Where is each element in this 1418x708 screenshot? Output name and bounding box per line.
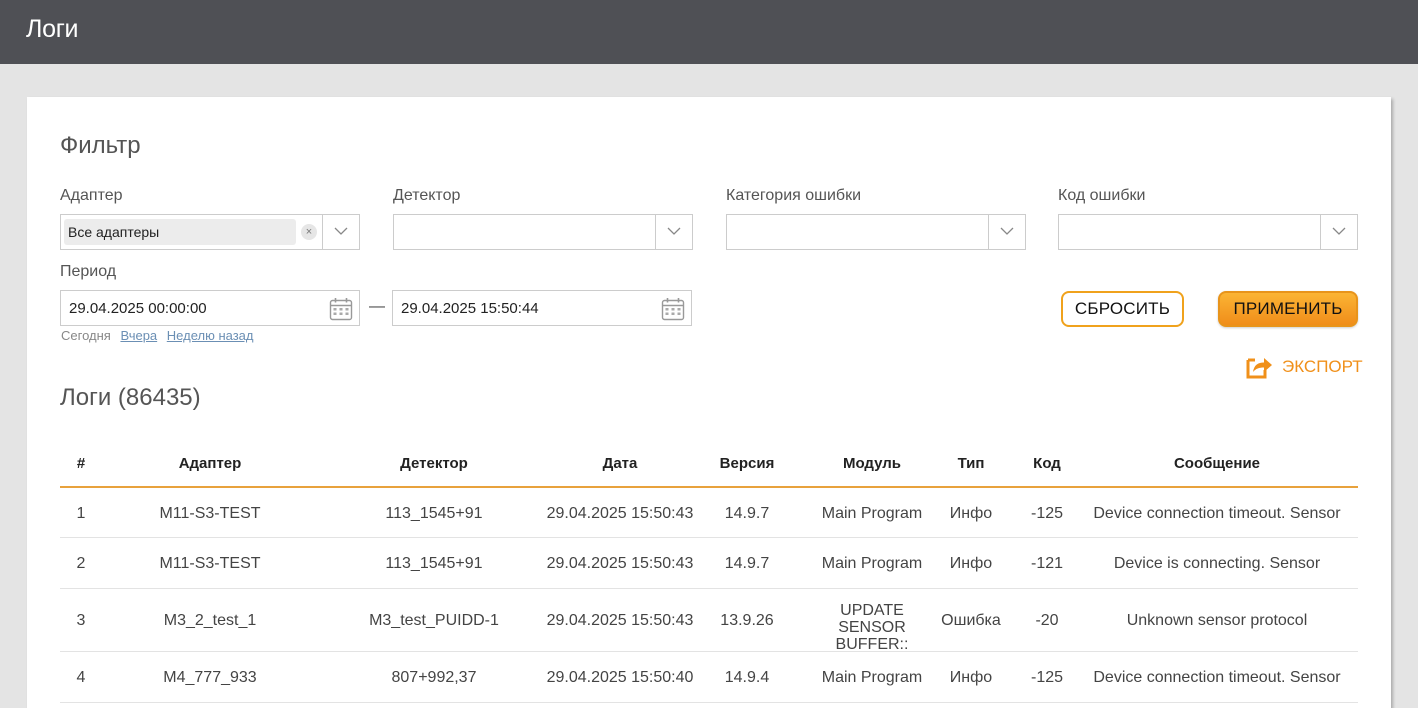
- col-header-date[interactable]: Дата: [540, 455, 700, 472]
- cell-message: Device is connecting. Sensor: [1113, 555, 1321, 572]
- detector-label: Детектор: [393, 187, 461, 204]
- cell-module: Main Program: [821, 555, 923, 572]
- page-title: Логи: [26, 15, 79, 43]
- col-header-detector[interactable]: Детектор: [364, 455, 504, 472]
- cell-code: -125: [1030, 505, 1064, 522]
- cell-type: Инфо: [949, 505, 993, 522]
- chevron-down-icon: [667, 227, 681, 235]
- main-card: Фильтр Адаптер Все адаптеры × Детектор К…: [27, 97, 1391, 708]
- error-code-dropdown-toggle[interactable]: [1320, 215, 1357, 249]
- cell-module: UPDATE SENSOR BUFFER::: [835, 602, 909, 653]
- col-header-number[interactable]: #: [60, 455, 102, 472]
- col-header-type[interactable]: Тип: [946, 455, 996, 472]
- period-label: Период: [60, 263, 117, 280]
- error-category-select[interactable]: [726, 214, 1026, 250]
- cell-version: 14.9.4: [724, 669, 770, 686]
- error-code-label: Код ошибки: [1058, 187, 1146, 204]
- adapter-label: Адаптер: [60, 187, 123, 204]
- calendar-icon[interactable]: [329, 297, 353, 321]
- error-category-dropdown-toggle[interactable]: [988, 215, 1025, 249]
- table-row[interactable]: 1 M11-S3-TEST 113_1545+91 29.04.2025 15:…: [60, 488, 1358, 538]
- error-code-select[interactable]: [1058, 214, 1358, 250]
- cell-code: -125: [1030, 669, 1064, 686]
- cell-date: 29.04.2025 15:50:43: [546, 612, 694, 629]
- cell-detector: 807+992,37: [391, 669, 477, 686]
- adapter-chip: Все адаптеры: [64, 219, 296, 245]
- col-header-code[interactable]: Код: [1022, 455, 1072, 472]
- quick-date-links: Сегодня Вчера Неделю назад: [61, 328, 253, 343]
- cell-date: 29.04.2025 15:50:40: [546, 669, 694, 686]
- cell-message: Unknown sensor protocol: [1126, 612, 1308, 629]
- cell-number: 2: [76, 555, 86, 572]
- date-to-value: 29.04.2025 15:50:44: [401, 300, 539, 317]
- chevron-down-icon: [334, 227, 348, 235]
- logs-heading: Логи (86435): [60, 384, 201, 411]
- quick-today: Сегодня: [61, 328, 111, 343]
- cell-detector: M3_test_PUIDD-1: [369, 612, 499, 629]
- cell-message: Device connection timeout. Sensor: [1093, 669, 1341, 686]
- cell-module: Main Program: [821, 669, 923, 686]
- adapter-select[interactable]: Все адаптеры ×: [60, 214, 360, 250]
- adapter-dropdown-toggle[interactable]: [322, 215, 359, 249]
- quick-yesterday-link[interactable]: Вчера: [120, 328, 157, 343]
- cell-module: Main Program: [821, 505, 923, 522]
- export-label: ЭКСПОРТ: [1282, 357, 1363, 376]
- period-separator: —: [369, 298, 385, 315]
- error-category-label: Категория ошибки: [726, 187, 862, 204]
- cell-version: 14.9.7: [724, 555, 770, 572]
- table-row[interactable]: 3 M3_2_test_1 M3_test_PUIDD-1 29.04.2025…: [60, 589, 1358, 653]
- chevron-down-icon: [1332, 227, 1346, 235]
- cell-adapter: M11-S3-TEST: [159, 505, 261, 522]
- date-to-input[interactable]: 29.04.2025 15:50:44: [392, 290, 692, 326]
- calendar-icon[interactable]: [661, 297, 685, 321]
- quick-week-link[interactable]: Неделю назад: [167, 328, 254, 343]
- cell-number: 3: [76, 612, 86, 629]
- top-bar: Логи: [0, 0, 1418, 64]
- detector-dropdown-toggle[interactable]: [655, 215, 692, 249]
- cell-number: 4: [76, 669, 86, 686]
- cell-detector: 113_1545+91: [385, 505, 483, 522]
- cell-type: Инфо: [949, 555, 993, 572]
- cell-adapter: M3_2_test_1: [163, 612, 257, 629]
- cell-date: 29.04.2025 15:50:43: [546, 555, 694, 572]
- table-row[interactable]: 2 M11-S3-TEST 113_1545+91 29.04.2025 15:…: [60, 538, 1358, 589]
- cell-version: 13.9.26: [720, 612, 774, 629]
- export-button[interactable]: ЭКСПОРТ: [1245, 353, 1363, 381]
- cell-number: 1: [76, 505, 86, 522]
- col-header-version[interactable]: Версия: [715, 455, 779, 472]
- cell-type: Инфо: [949, 669, 993, 686]
- detector-select[interactable]: [393, 214, 693, 250]
- cell-message: Device connection timeout. Sensor: [1093, 505, 1341, 522]
- date-from-input[interactable]: 29.04.2025 00:00:00: [60, 290, 360, 326]
- col-header-module[interactable]: Модуль: [810, 455, 934, 472]
- reset-button[interactable]: СБРОСИТЬ: [1061, 291, 1184, 327]
- cell-code: -121: [1030, 555, 1064, 572]
- cell-type: Ошибка: [941, 612, 1001, 629]
- clear-icon[interactable]: ×: [301, 224, 317, 240]
- chevron-down-icon: [1000, 227, 1014, 235]
- col-header-message[interactable]: Сообщение: [1090, 455, 1344, 472]
- cell-version: 14.9.7: [724, 505, 770, 522]
- cell-code: -20: [1035, 612, 1059, 629]
- table-row[interactable]: 4 M4_777_933 807+992,37 29.04.2025 15:50…: [60, 652, 1358, 703]
- cell-adapter: M4_777_933: [163, 669, 257, 686]
- logs-table: # Адаптер Детектор Дата Версия Модуль Ти…: [60, 442, 1358, 703]
- filter-heading: Фильтр: [60, 132, 141, 159]
- table-header: # Адаптер Детектор Дата Версия Модуль Ти…: [60, 442, 1358, 488]
- export-icon: [1246, 358, 1272, 379]
- cell-adapter: M11-S3-TEST: [159, 555, 261, 572]
- date-from-value: 29.04.2025 00:00:00: [69, 300, 207, 317]
- cell-date: 29.04.2025 15:50:43: [546, 505, 694, 522]
- col-header-adapter[interactable]: Адаптер: [140, 455, 280, 472]
- cell-detector: 113_1545+91: [385, 555, 483, 572]
- apply-button[interactable]: ПРИМЕНИТЬ: [1218, 291, 1358, 327]
